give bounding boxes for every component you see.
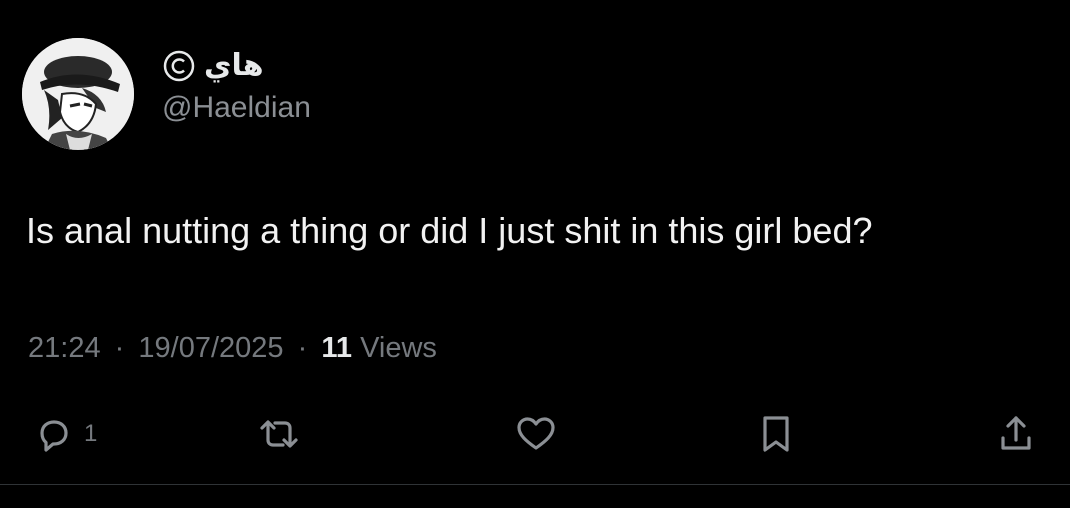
retweet-button[interactable] — [256, 412, 302, 456]
bookmark-icon — [763, 416, 789, 452]
author-handle[interactable]: @Haeldian — [162, 88, 311, 128]
author-display-name: هاي — [204, 48, 264, 83]
anime-character-avatar-icon — [22, 38, 134, 150]
reply-count: 1 — [84, 420, 98, 447]
divider — [0, 484, 1070, 485]
like-button[interactable] — [514, 412, 558, 456]
meta-separator: · — [114, 332, 125, 364]
meta-separator: · — [297, 332, 308, 364]
author-name-row[interactable]: هاي — [162, 44, 264, 88]
reply-button[interactable]: 1 — [34, 412, 97, 456]
action-bar: 1 — [0, 404, 1070, 464]
like-icon — [517, 417, 555, 450]
copyright-icon — [162, 49, 196, 83]
retweet-icon — [260, 420, 298, 448]
reply-icon — [40, 420, 68, 452]
views-label: Views — [360, 332, 437, 364]
share-icon — [1001, 416, 1031, 450]
share-button[interactable] — [996, 412, 1036, 456]
tweet-text: Is anal nutting a thing or did I just sh… — [26, 210, 873, 251]
tweet-meta: 21:24 · 19/07/2025 · 11 Views — [28, 328, 437, 368]
tweet-date[interactable]: 19/07/2025 — [138, 332, 283, 364]
views-count: 11 — [321, 332, 352, 364]
avatar[interactable] — [22, 38, 134, 150]
bookmark-button[interactable] — [756, 412, 796, 456]
tweet-card: هاي @Haeldian Is anal nutting a thing or… — [0, 0, 1070, 508]
tweet-time[interactable]: 21:24 — [28, 332, 101, 364]
